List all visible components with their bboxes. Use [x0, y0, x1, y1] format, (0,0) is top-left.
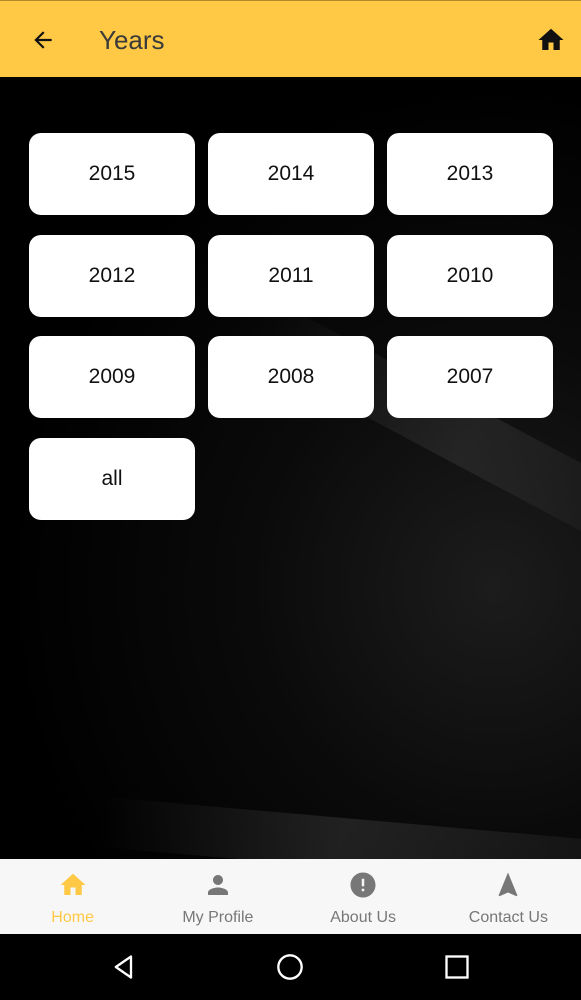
back-button[interactable]	[26, 23, 60, 57]
home-circle-icon	[277, 954, 303, 980]
system-home-button[interactable]	[274, 951, 306, 983]
year-button-2009[interactable]: 2009	[29, 336, 195, 418]
info-icon	[348, 870, 378, 900]
nav-item-my-profile[interactable]: My Profile	[145, 859, 290, 934]
nav-item-about-us[interactable]: About Us	[291, 859, 436, 934]
nav-label-home: Home	[51, 909, 94, 926]
year-button-2014[interactable]: 2014	[208, 133, 374, 215]
year-button-2010[interactable]: 2010	[387, 235, 553, 317]
home-button[interactable]	[534, 23, 568, 57]
year-button-all[interactable]: all	[29, 438, 195, 520]
system-navigation-bar	[0, 934, 581, 1000]
app-bar: Years	[0, 0, 581, 77]
year-button-2007[interactable]: 2007	[387, 336, 553, 418]
year-button-2015[interactable]: 2015	[29, 133, 195, 215]
nav-item-contact-us[interactable]: Contact Us	[436, 859, 581, 934]
recents-square-icon	[445, 955, 469, 979]
home-icon	[58, 870, 88, 900]
years-grid: 2015 2014 2013 2012 2011 2010 2009 2008 …	[0, 78, 581, 859]
nav-label-about-us: About Us	[330, 909, 397, 926]
page-title: Years	[99, 25, 165, 55]
bottom-navigation: Home My Profile About Us Contact Us	[0, 859, 581, 934]
arrow-back-icon	[34, 31, 52, 49]
navigation-icon	[493, 870, 523, 900]
nav-item-home[interactable]: Home	[0, 859, 145, 934]
system-back-button[interactable]	[108, 951, 140, 983]
year-button-2008[interactable]: 2008	[208, 336, 374, 418]
person-icon	[203, 870, 233, 900]
year-button-2011[interactable]: 2011	[208, 235, 374, 317]
back-triangle-icon	[114, 955, 133, 979]
year-button-2013[interactable]: 2013	[387, 133, 553, 215]
nav-label-my-profile: My Profile	[182, 909, 254, 926]
home-icon	[538, 28, 564, 50]
background-streak	[98, 796, 581, 859]
year-button-2012[interactable]: 2012	[29, 235, 195, 317]
system-recents-button[interactable]	[441, 951, 473, 983]
nav-label-contact-us: Contact Us	[468, 909, 548, 926]
